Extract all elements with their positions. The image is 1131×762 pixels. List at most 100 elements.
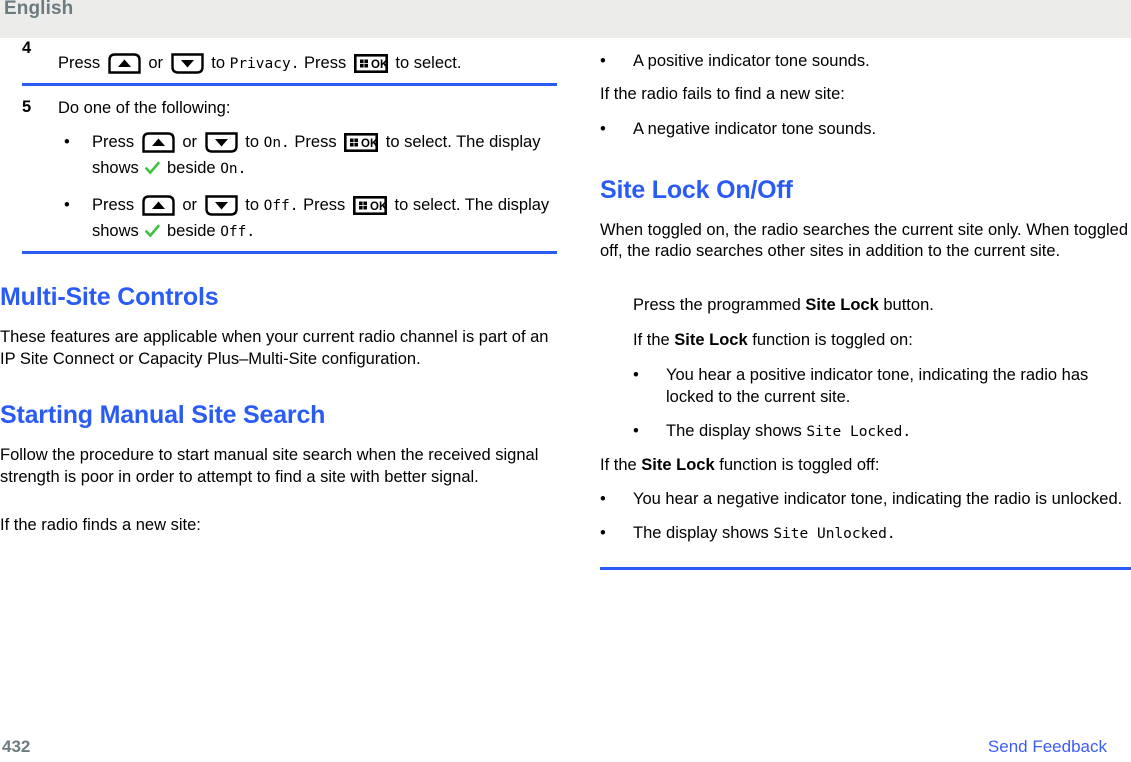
- down-arrow-key-icon[interactable]: [170, 53, 204, 74]
- step4-text-1: Press: [58, 54, 101, 72]
- off-bullet-2-prefix: The display shows: [633, 524, 769, 542]
- page-header-band: English: [0, 0, 1131, 38]
- site-lock-on-lead-in: If the Site Lock function is toggled on:: [633, 330, 1131, 352]
- bullet-dot-icon: •: [64, 196, 70, 214]
- svg-text:OK: OK: [370, 201, 387, 213]
- up-arrow-key-icon[interactable]: [142, 132, 175, 153]
- site-lock-off-lead-in: If the Site Lock function is toggled off…: [600, 455, 1131, 477]
- section-divider: [600, 567, 1131, 570]
- list-item: • The display shows Site Unlocked.: [600, 522, 1131, 545]
- b2-value: Off.: [263, 198, 299, 214]
- action-suffix: button.: [883, 295, 934, 314]
- step-number: 5: [22, 98, 32, 116]
- b2-text-1: Press: [92, 196, 135, 214]
- b1-value: On.: [263, 135, 290, 151]
- site-lock-body: When toggled on, the radio searches the …: [600, 220, 1129, 261]
- svg-text:OK: OK: [361, 138, 378, 150]
- list-item: • You hear a positive indicator tone, in…: [633, 364, 1131, 408]
- bullet-dot-icon: •: [600, 490, 606, 508]
- bullet-dot-icon: •: [600, 52, 606, 70]
- bullet-dot-icon: •: [633, 421, 639, 440]
- b1-value-2: On.: [220, 161, 247, 177]
- section-heading-starting-manual-site-search: Starting Manual Site Search: [0, 401, 326, 429]
- fail-site-bullet-text: A negative indicator tone sounds.: [633, 119, 877, 138]
- b2-text-or: or: [182, 196, 198, 214]
- step-body: Press or to Privacy. Press OK to select.: [58, 50, 557, 77]
- step4-text-2: to: [211, 54, 225, 72]
- b2-text-3: Press: [303, 196, 346, 214]
- b1-text-2: to: [245, 133, 259, 151]
- on-bullet-1-text: You hear a positive indicator tone, indi…: [666, 365, 1089, 406]
- bullet-dot-icon: •: [64, 133, 70, 151]
- on-lead-prefix: If the: [633, 331, 670, 349]
- list-item: • You hear a negative indicator tone, in…: [600, 488, 1131, 510]
- step-body: Do one of the following:: [58, 99, 231, 117]
- list-item: • A negative indicator tone sounds.: [600, 118, 1131, 140]
- down-arrow-key-icon[interactable]: [204, 132, 238, 153]
- page-footer: 432 Send Feedback: [0, 735, 1131, 762]
- action-bold-site-lock: Site Lock: [805, 295, 879, 314]
- bullet-dot-icon: •: [600, 119, 606, 138]
- b1-text-5: beside: [166, 159, 216, 177]
- left-column: 4 Press or to Privacy. Press OK to selec…: [0, 39, 557, 537]
- on-lead-bold-site-lock: Site Lock: [674, 331, 748, 349]
- list-item: • Press or to On. Press OK to select. Th…: [62, 130, 557, 182]
- on-lead-suffix: function is toggled on:: [752, 331, 913, 349]
- list-item: • A positive indicator tone sounds.: [600, 50, 1131, 72]
- menu-ok-key-icon[interactable]: OK: [344, 133, 378, 152]
- step5-bullet-list: • Press or to On. Press OK to select. Th…: [0, 130, 557, 245]
- list-item: • The display shows Site Locked.: [633, 420, 1131, 443]
- found-site-bullet-text: A positive indicator tone sounds.: [633, 52, 870, 70]
- action-prefix: Press the programmed: [633, 295, 801, 314]
- menu-ok-key-icon[interactable]: OK: [352, 196, 387, 215]
- bullet-dot-icon: •: [633, 365, 639, 384]
- b2-text-2: to: [245, 196, 259, 214]
- send-feedback-link[interactable]: Send Feedback: [988, 735, 1107, 759]
- find-new-site-lead-in: If the radio finds a new site:: [0, 516, 201, 534]
- green-checkmark-icon: [145, 161, 161, 176]
- down-arrow-key-icon[interactable]: [204, 195, 238, 216]
- section-heading-site-lock-on-off: Site Lock On/Off: [600, 175, 793, 204]
- bullet-dot-icon: •: [600, 524, 606, 542]
- header-language-label: English: [4, 0, 74, 19]
- multi-site-controls-body: These features are applicable when your …: [0, 328, 549, 368]
- fail-find-site-lead-in: If the radio fails to find a new site:: [600, 85, 845, 103]
- section-heading-multi-site-controls: Multi-Site Controls: [0, 283, 219, 311]
- svg-text:OK: OK: [371, 59, 388, 71]
- b2-value-2: Off.: [220, 224, 256, 240]
- off-lead-bold-site-lock: Site Lock: [641, 455, 715, 474]
- up-arrow-key-icon[interactable]: [142, 195, 175, 216]
- menu-ok-key-icon[interactable]: OK: [353, 54, 388, 73]
- page-number: 432: [2, 737, 31, 756]
- site-lock-action: Press the programmed Site Lock button.: [633, 295, 1131, 317]
- list-item: • Press or to Off. Press OK to select. T…: [62, 193, 557, 245]
- step4-text-or: or: [148, 54, 164, 72]
- on-bullet-2-display-text: Site Locked.: [806, 423, 912, 440]
- green-checkmark-icon: [145, 224, 161, 239]
- starting-manual-site-search-body: Follow the procedure to start manual sit…: [0, 446, 539, 486]
- up-arrow-key-icon[interactable]: [108, 53, 141, 74]
- step4-text-4: to select.: [395, 54, 462, 72]
- procedure-step-5: 5 Do one of the following:: [0, 97, 557, 119]
- right-column: • A positive indicator tone sounds. If t…: [600, 50, 1131, 570]
- off-lead-prefix: If the: [600, 455, 637, 474]
- site-lock-procedure: Press the programmed Site Lock button. I…: [600, 295, 1131, 443]
- procedure-step-4: 4 Press or to Privacy. Press OK to selec…: [0, 39, 557, 77]
- step4-text-3: Press: [304, 54, 347, 72]
